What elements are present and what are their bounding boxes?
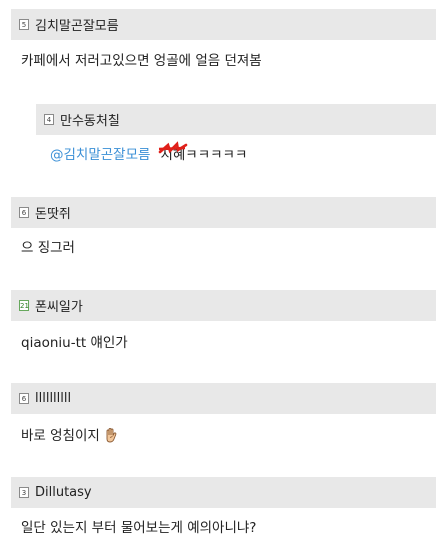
nickname[interactable]: 만수동처칠 [60, 110, 120, 129]
comment-text: qiaoniu-tt 얘인가 [21, 335, 128, 351]
level-badge-icon: 3 [19, 487, 29, 498]
level-badge-icon: 21 [19, 300, 29, 311]
nickname[interactable]: 폰씨일가 [35, 296, 83, 315]
comment-text: 일단 있는지 부터 물어보는게 예의아니냐? [21, 520, 257, 536]
comment-header: 5 김치말곤잘모름 [11, 9, 436, 40]
mention-link[interactable]: @김치말곤잘모름 [50, 147, 150, 163]
comment-body: @김치말곤잘모름 지혜 ㅋㅋㅋㅋㅋ [50, 141, 248, 163]
comment-header: 6 llllllllll [11, 383, 436, 414]
comment-header: 4 만수동처칠 [36, 104, 436, 135]
level-badge-icon: 6 [19, 207, 29, 218]
comment-header: 3 Dillutasy [11, 477, 436, 508]
comment-header: 21 폰씨일가 [11, 290, 436, 321]
scribble-mark [159, 141, 188, 154]
nickname[interactable]: llllllllll [35, 391, 71, 406]
comment-text: 으 징그러 [21, 240, 75, 256]
comment-body: 바로 엉침이지 [21, 424, 119, 444]
level-badge-icon: 5 [19, 19, 29, 30]
comment-text: 카페에서 저러고있으면 엉골에 얼음 던져봄 [21, 53, 262, 69]
level-badge-icon: 4 [44, 114, 54, 125]
comment-text: ㅋㅋㅋㅋㅋ [185, 147, 248, 163]
nickname[interactable]: 돈땃쥐 [35, 203, 71, 222]
comment-text: 바로 엉침이지 [21, 428, 100, 444]
struck-text: 지혜 [159, 141, 188, 163]
level-badge-icon: 6 [19, 393, 29, 404]
comment-header: 6 돈땃쥐 [11, 197, 436, 228]
nickname[interactable]: 김치말곤잘모름 [35, 15, 119, 34]
nickname[interactable]: Dillutasy [35, 485, 92, 500]
raised-hand-emoji-icon [106, 428, 117, 443]
